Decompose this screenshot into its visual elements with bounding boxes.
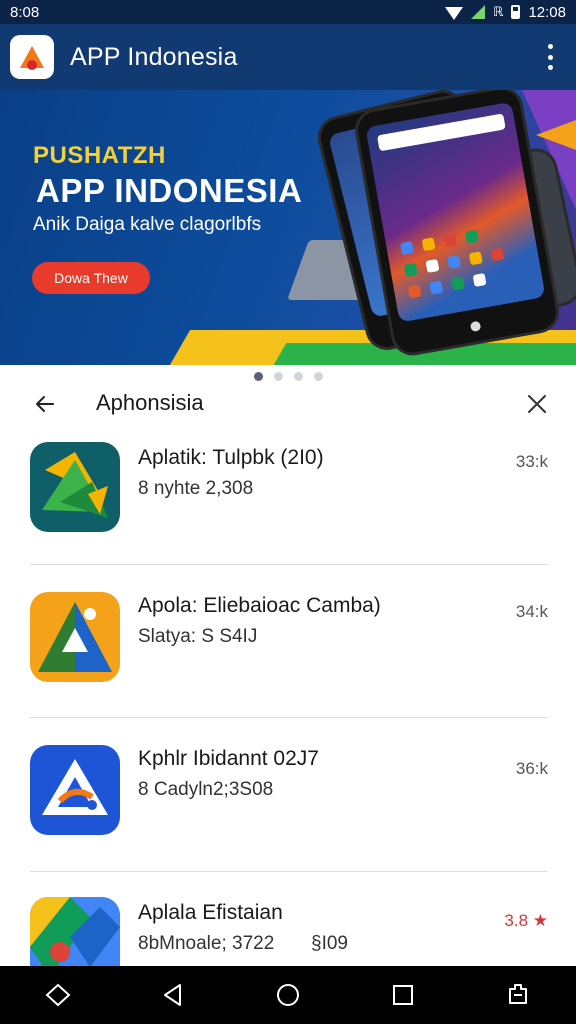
diamond-icon[interactable] <box>43 980 73 1010</box>
status-bar: 8:08 ℝ 12:08 <box>0 0 576 24</box>
result-rating: 34:k <box>515 602 548 621</box>
status-clock: 12:08 <box>528 3 566 21</box>
signal-label: ℝ <box>493 4 504 19</box>
app-title: APP Indonesia <box>70 42 238 71</box>
result-name: Aplala Efistaian <box>138 901 283 924</box>
wifi-icon <box>445 7 464 20</box>
result-item[interactable]: Kphlr Ibidannt 02J7 8 Cadyln2;3S08 36:k <box>0 733 576 883</box>
result-meta: 8bMnoale; 3722 <box>138 933 275 954</box>
battery-icon <box>511 5 521 19</box>
back-arrow-icon[interactable] <box>33 392 57 416</box>
back-triangle-icon[interactable] <box>158 980 188 1010</box>
app-bar: APP Indonesia <box>0 24 576 90</box>
recents-square-icon[interactable] <box>388 980 418 1010</box>
divider <box>30 871 547 872</box>
close-icon[interactable] <box>525 392 549 416</box>
status-icons: ℝ 12:08 <box>445 4 566 21</box>
banner-kicker: PUSHATZH <box>33 142 166 169</box>
promo-banner[interactable]: PUSHATZH APP INDONESIA Anik Daiga kalve … <box>0 90 576 365</box>
screenshot-icon[interactable] <box>503 980 533 1010</box>
carousel-dot[interactable] <box>293 371 303 381</box>
more-options-icon[interactable] <box>546 44 554 70</box>
banner-cta-button[interactable]: Dowa Thew <box>32 262 150 294</box>
result-name: Aplatik: Tulpbk (2I0) <box>138 446 324 469</box>
result-meta: 8 nyhte 2,308 <box>138 478 254 499</box>
system-nav-bar <box>0 966 576 1024</box>
result-rating: 33:k <box>515 452 548 471</box>
result-meta-extra: §I09 <box>311 933 348 954</box>
carousel-dot[interactable] <box>273 371 283 381</box>
orange-triangle-app-icon <box>30 592 120 682</box>
signal-icon <box>471 5 486 19</box>
result-item[interactable]: Apola: Eliebaioac Camba) Slatya: S S4IJ … <box>0 580 576 730</box>
multicolor-app-icon <box>30 897 120 966</box>
app-logo-icon[interactable] <box>10 35 54 79</box>
result-rating: 3.8 ★ <box>504 911 548 930</box>
banner-subtitle: Anik Daiga kalve clagorlbfs <box>33 214 262 235</box>
divider <box>30 717 547 718</box>
status-time: 8:08 <box>10 3 40 21</box>
logo-dot <box>27 60 37 70</box>
phone-screen <box>365 101 546 323</box>
search-header: Aphonsisia <box>0 384 576 424</box>
divider <box>30 564 547 565</box>
blue-triangle-app-icon <box>30 745 120 835</box>
result-rating: 36:k <box>515 759 548 778</box>
search-query[interactable]: Aphonsisia <box>96 390 204 416</box>
home-circle-icon[interactable] <box>273 980 303 1010</box>
result-item[interactable]: Aplatik: Tulpbk (2I0) 8 nyhte 2,308 33:k <box>0 430 576 580</box>
result-meta: 8 Cadyln2;3S08 <box>138 779 274 800</box>
result-name: Kphlr Ibidannt 02J7 <box>138 747 319 770</box>
carousel-dot[interactable] <box>313 371 323 381</box>
banner-title: APP INDONESIA <box>36 172 303 209</box>
carousel-dot[interactable] <box>253 371 263 381</box>
result-meta: Slatya: S S4IJ <box>138 626 258 647</box>
green-triangle-app-icon <box>30 442 120 532</box>
result-name: Apola: Eliebaioac Camba) <box>138 594 381 617</box>
result-item[interactable]: Aplala Efistaian 8bMnoale; 3722 §I09 3.8… <box>0 887 576 966</box>
